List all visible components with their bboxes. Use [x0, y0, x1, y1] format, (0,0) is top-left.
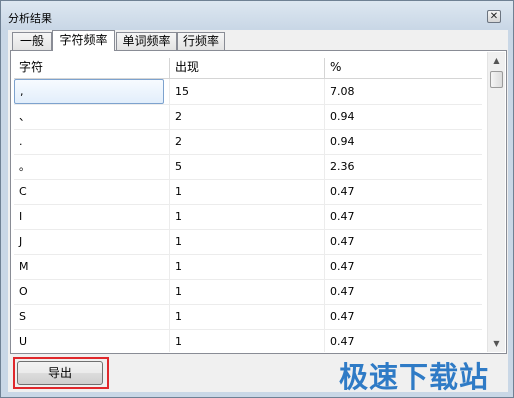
- table-row[interactable]: M 1 0.47: [14, 254, 482, 280]
- cell-char: S: [19, 310, 26, 323]
- tab-line-frequency[interactable]: 行频率: [177, 32, 225, 50]
- column-divider-line: [169, 79, 170, 104]
- table-row[interactable]: 、 2 0.94: [14, 104, 482, 130]
- cell-count: 1: [175, 235, 182, 248]
- column-divider-line: [324, 79, 325, 104]
- column-divider-line: [169, 329, 170, 352]
- table-row[interactable]: 。 5 2.36: [14, 154, 482, 180]
- table-row[interactable]: O 1 0.47: [14, 279, 482, 305]
- column-divider-line: [324, 279, 325, 304]
- cell-char: J: [19, 235, 23, 248]
- column-divider-line: [324, 254, 325, 279]
- column-divider-line: [169, 204, 170, 229]
- table-row[interactable]: U 1 0.47: [14, 329, 482, 352]
- table-row[interactable]: . 2 0.94: [14, 129, 482, 155]
- column-divider-line: [324, 329, 325, 352]
- watermark-logo: 极速下载站: [339, 360, 490, 394]
- cell-percent: 2.36: [330, 160, 355, 173]
- column-divider-line: [169, 229, 170, 254]
- column-header-percent[interactable]: %: [325, 56, 482, 78]
- cell-char: I: [19, 210, 23, 223]
- cell-char: U: [19, 335, 28, 348]
- cell-percent: 0.47: [330, 260, 355, 273]
- vertical-scrollbar[interactable]: ▲ ▼: [487, 52, 505, 352]
- cell-count: 2: [175, 135, 182, 148]
- scroll-up-icon[interactable]: ▲: [488, 52, 505, 69]
- column-divider-line: [324, 154, 325, 179]
- column-divider-line: [324, 229, 325, 254]
- window-title: 分析结果: [8, 12, 52, 25]
- cell-char: C: [19, 185, 27, 198]
- cell-percent: 0.47: [330, 185, 355, 198]
- close-icon[interactable]: ✕: [487, 10, 501, 23]
- column-divider-line: [169, 129, 170, 154]
- cell-char: O: [19, 285, 28, 298]
- table-row[interactable]: I 1 0.47: [14, 204, 482, 230]
- table-row[interactable]: C 1 0.47: [14, 179, 482, 205]
- column-divider-line: [169, 179, 170, 204]
- cell-count: 1: [175, 285, 182, 298]
- cell-count: 1: [175, 260, 182, 273]
- cell-char: ,: [14, 79, 164, 104]
- cell-char: 。: [19, 160, 30, 173]
- cell-count: 1: [175, 185, 182, 198]
- cell-percent: 0.94: [330, 135, 355, 148]
- column-divider-line: [169, 254, 170, 279]
- cell-count: 5: [175, 160, 182, 173]
- cell-char: M: [19, 260, 29, 273]
- cell-percent: 0.47: [330, 285, 355, 298]
- column-divider-line: [169, 304, 170, 329]
- cell-count: 15: [175, 85, 189, 98]
- tab-word-frequency[interactable]: 单词频率: [116, 32, 177, 50]
- analysis-result-window: 分析结果 ✕ 一般 字符频率 单词频率 行频率 字符 出现 % , 15 7.08、…: [0, 0, 514, 398]
- cell-count: 1: [175, 310, 182, 323]
- table-row[interactable]: S 1 0.47: [14, 304, 482, 330]
- cell-percent: 0.47: [330, 335, 355, 348]
- cell-char: .: [19, 135, 23, 148]
- table-row[interactable]: , 15 7.08: [14, 79, 482, 105]
- column-divider-line: [169, 104, 170, 129]
- cell-count: 2: [175, 110, 182, 123]
- column-divider-line: [324, 304, 325, 329]
- column-divider-line: [169, 154, 170, 179]
- tab-panel-char-frequency: 字符 出现 % , 15 7.08、 2 0.94. 2 0.94。 5 2.36 C 1 0.47 I…: [10, 50, 507, 354]
- export-button[interactable]: 导出: [17, 361, 103, 385]
- scroll-down-icon[interactable]: ▼: [488, 335, 505, 352]
- column-header-count[interactable]: 出现: [170, 56, 324, 78]
- cell-count: 1: [175, 210, 182, 223]
- column-divider-line: [324, 104, 325, 129]
- column-header-char[interactable]: 字符: [14, 56, 169, 78]
- char-frequency-table[interactable]: 字符 出现 % , 15 7.08、 2 0.94. 2 0.94。 5 2.36 C 1 0.47 I…: [14, 56, 482, 352]
- column-divider-line: [324, 204, 325, 229]
- cell-count: 1: [175, 335, 182, 348]
- column-divider-line: [169, 279, 170, 304]
- column-divider-line: [324, 129, 325, 154]
- table-row[interactable]: J 1 0.47: [14, 229, 482, 255]
- tab-general[interactable]: 一般: [12, 32, 52, 50]
- cell-percent: 7.08: [330, 85, 355, 98]
- cell-percent: 0.47: [330, 210, 355, 223]
- cell-percent: 0.47: [330, 310, 355, 323]
- table-header: 字符 出现 %: [14, 56, 482, 79]
- column-divider-line: [324, 179, 325, 204]
- tab-char-frequency[interactable]: 字符频率: [52, 30, 115, 51]
- cell-percent: 0.94: [330, 110, 355, 123]
- cell-char: 、: [19, 110, 30, 123]
- cell-percent: 0.47: [330, 235, 355, 248]
- window-client-area: 一般 字符频率 单词频率 行频率 字符 出现 % , 15 7.08、 2 0.94. 2…: [8, 30, 508, 392]
- scrollbar-thumb[interactable]: [490, 71, 503, 88]
